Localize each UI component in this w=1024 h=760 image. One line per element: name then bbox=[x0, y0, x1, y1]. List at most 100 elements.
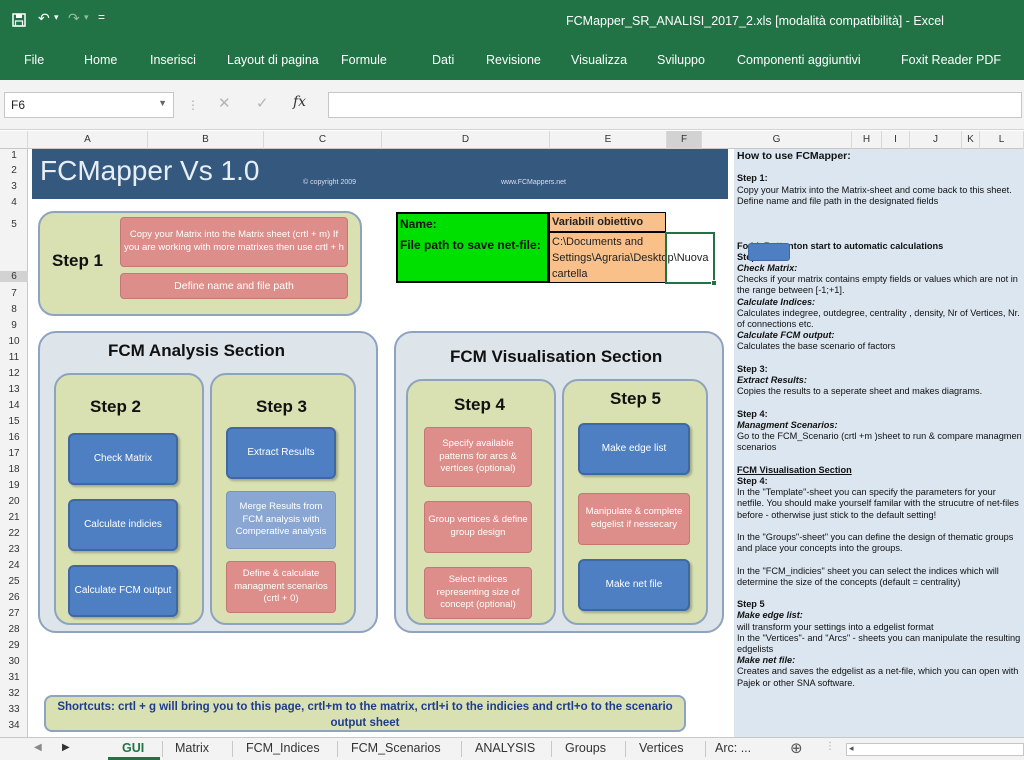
row-header[interactable]: 34 bbox=[0, 720, 28, 731]
sheet-tab-analysis[interactable]: ANALYSIS bbox=[475, 741, 535, 755]
file-path-value-cell[interactable]: C:\Documents and Settings\Agraria\Deskto… bbox=[549, 232, 709, 283]
row-header[interactable]: 20 bbox=[0, 496, 28, 507]
horizontal-scrollbar[interactable]: ◂ bbox=[846, 743, 1024, 756]
cancel-icon[interactable]: ✕ bbox=[218, 94, 231, 112]
sheet-tab-arcs[interactable]: Arc: ... bbox=[715, 741, 751, 755]
sheet-tab-vertices[interactable]: Vertices bbox=[639, 741, 683, 755]
tab-visualizza[interactable]: Visualizza bbox=[571, 53, 627, 67]
customize-qat-icon[interactable]: = bbox=[98, 10, 105, 24]
start-button[interactable] bbox=[748, 243, 790, 261]
extract-results-button[interactable]: Extract Results bbox=[226, 427, 336, 479]
row-header[interactable]: 22 bbox=[0, 528, 28, 539]
row-header[interactable]: 25 bbox=[0, 576, 28, 587]
undo-dropdown-icon[interactable]: ▾ bbox=[54, 12, 59, 23]
worksheet-grid[interactable]: FCMapper Vs 1.0 © copyright 2009 www.FCM… bbox=[28, 149, 1024, 737]
select-all-corner[interactable] bbox=[0, 131, 28, 149]
column-header-g[interactable]: G bbox=[702, 131, 852, 149]
prev-sheet-icon[interactable]: ◀ bbox=[34, 742, 42, 753]
tab-revisione[interactable]: Revisione bbox=[486, 53, 541, 67]
select-indices-button[interactable]: Select indices representing size of conc… bbox=[424, 567, 532, 619]
row-header[interactable]: 2 bbox=[0, 165, 28, 176]
sheet-tab-gui[interactable]: GUI bbox=[122, 741, 144, 755]
column-header-l[interactable]: L bbox=[980, 131, 1024, 149]
row-header[interactable]: 28 bbox=[0, 624, 28, 635]
scroll-left-icon[interactable]: ◂ bbox=[849, 743, 854, 754]
row-header[interactable]: 17 bbox=[0, 448, 28, 459]
row-header[interactable]: 32 bbox=[0, 688, 28, 699]
row-header[interactable]: 23 bbox=[0, 544, 28, 555]
add-sheet-icon[interactable]: ⊕ bbox=[790, 739, 803, 757]
row-header[interactable]: 13 bbox=[0, 384, 28, 395]
fill-handle[interactable] bbox=[711, 280, 717, 286]
redo-icon[interactable]: ↷ bbox=[68, 10, 80, 27]
row-header[interactable]: 24 bbox=[0, 560, 28, 571]
sheet-tab-groups[interactable]: Groups bbox=[565, 741, 606, 755]
row-header[interactable]: 15 bbox=[0, 416, 28, 427]
sheet-tab-fcm-scenarios[interactable]: FCM_Scenarios bbox=[351, 741, 441, 755]
column-header-d[interactable]: D bbox=[382, 131, 550, 149]
tab-bar-splitter[interactable]: ⋮ bbox=[825, 741, 835, 752]
copy-matrix-button[interactable]: Copy your Matrix into the Matrix sheet (… bbox=[120, 217, 348, 267]
column-header-c[interactable]: C bbox=[264, 131, 382, 149]
redo-dropdown-icon[interactable]: ▾ bbox=[84, 12, 89, 23]
row-header[interactable]: 18 bbox=[0, 464, 28, 475]
formula-input[interactable] bbox=[328, 92, 1022, 118]
tab-inserisci[interactable]: Inserisci bbox=[150, 53, 196, 67]
row-header[interactable]: 27 bbox=[0, 608, 28, 619]
selected-cell-f6[interactable] bbox=[665, 232, 717, 286]
row-header[interactable]: 10 bbox=[0, 336, 28, 347]
tab-sviluppo[interactable]: Sviluppo bbox=[657, 53, 705, 67]
undo-icon[interactable]: ↶ bbox=[38, 10, 50, 27]
name-value-cell[interactable]: Variabili obiettivo bbox=[549, 212, 666, 232]
row-header[interactable]: 19 bbox=[0, 480, 28, 491]
check-matrix-button[interactable]: Check Matrix bbox=[68, 433, 178, 485]
row-header[interactable]: 31 bbox=[0, 672, 28, 683]
row-header[interactable]: 26 bbox=[0, 592, 28, 603]
specify-patterns-button[interactable]: Specify available patterns for arcs & ve… bbox=[424, 427, 532, 487]
define-scenarios-button[interactable]: Define & calculate managment scenarios (… bbox=[226, 561, 336, 613]
column-header-k[interactable]: K bbox=[962, 131, 980, 149]
row-header[interactable]: 16 bbox=[0, 432, 28, 443]
tab-file[interactable]: File bbox=[24, 53, 44, 67]
row-header[interactable]: 29 bbox=[0, 640, 28, 651]
row-header[interactable]: 8 bbox=[0, 304, 28, 315]
row-header[interactable]: 1 bbox=[0, 150, 28, 161]
make-net-file-button[interactable]: Make net file bbox=[578, 559, 690, 611]
name-box[interactable]: F6 ▼ bbox=[4, 92, 174, 118]
name-filepath-labels[interactable]: Name: File path to save net-file: bbox=[396, 212, 549, 283]
row-header[interactable]: 21 bbox=[0, 512, 28, 523]
tab-layout-di-pagina[interactable]: Layout di pagina bbox=[227, 53, 319, 67]
row-header[interactable]: 9 bbox=[0, 320, 28, 331]
insert-function-icon[interactable]: fx bbox=[293, 94, 306, 110]
row-header[interactable]: 4 bbox=[0, 197, 28, 208]
save-icon[interactable] bbox=[12, 13, 26, 30]
row-header[interactable]: 33 bbox=[0, 704, 28, 715]
tab-dati[interactable]: Dati bbox=[432, 53, 454, 67]
sheet-tab-matrix[interactable]: Matrix bbox=[175, 741, 209, 755]
row-header[interactable]: 30 bbox=[0, 656, 28, 667]
row-header[interactable]: 7 bbox=[0, 288, 28, 299]
merge-results-button[interactable]: Merge Results from FCM analysis with Com… bbox=[226, 491, 336, 549]
column-header-j[interactable]: J bbox=[910, 131, 962, 149]
sheet-tab-fcm-indices[interactable]: FCM_Indices bbox=[246, 741, 320, 755]
manipulate-edgelist-button[interactable]: Manipulate & complete edgelist if nessec… bbox=[578, 493, 690, 545]
enter-icon[interactable]: ✓ bbox=[256, 94, 269, 112]
row-header[interactable]: 5 bbox=[0, 219, 28, 230]
calculate-fcm-output-button[interactable]: Calculate FCM output bbox=[68, 565, 178, 617]
column-header-e[interactable]: E bbox=[550, 131, 667, 149]
column-header-f[interactable]: F bbox=[667, 131, 702, 149]
column-header-h[interactable]: H bbox=[852, 131, 882, 149]
make-edge-list-button[interactable]: Make edge list bbox=[578, 423, 690, 475]
row-header[interactable]: 14 bbox=[0, 400, 28, 411]
column-header-b[interactable]: B bbox=[148, 131, 264, 149]
column-header-i[interactable]: I bbox=[882, 131, 910, 149]
tab-home[interactable]: Home bbox=[84, 53, 117, 67]
row-header[interactable]: 3 bbox=[0, 181, 28, 192]
group-vertices-button[interactable]: Group vertices & define group design bbox=[424, 501, 532, 553]
tab-componenti-aggiuntivi[interactable]: Componenti aggiuntivi bbox=[737, 53, 861, 67]
column-header-a[interactable]: A bbox=[28, 131, 148, 149]
tab-foxit-reader-pdf[interactable]: Foxit Reader PDF bbox=[901, 53, 1001, 67]
define-name-button[interactable]: Define name and file path bbox=[120, 273, 348, 299]
row-header[interactable]: 12 bbox=[0, 368, 28, 379]
next-sheet-icon[interactable]: ▶ bbox=[62, 742, 70, 753]
